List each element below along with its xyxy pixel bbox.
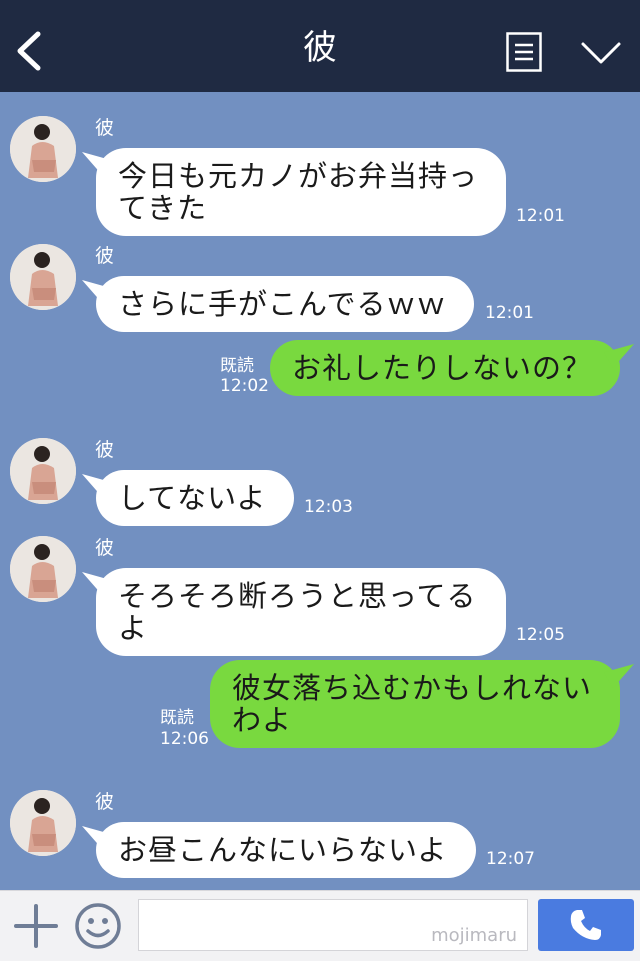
message-bubble[interactable]: さらに手がこんでるｗｗ xyxy=(96,276,474,332)
read-receipt: 既読 xyxy=(220,356,254,376)
person-icon xyxy=(10,116,76,182)
chat-title: 彼 xyxy=(303,28,337,68)
smiley-icon[interactable] xyxy=(74,902,122,950)
message-bubble[interactable]: してないよ xyxy=(96,470,294,526)
avatar[interactable] xyxy=(10,790,76,856)
message-time: 12:05 xyxy=(516,625,565,645)
chat-header: 彼 xyxy=(0,0,640,92)
message-time: 12:02 xyxy=(220,376,269,396)
avatar[interactable] xyxy=(10,244,76,310)
message-bubble[interactable]: 今日も元カノがお弁当持ってきた xyxy=(96,148,506,236)
sender-name: 彼 xyxy=(95,117,115,139)
person-icon xyxy=(10,790,76,856)
sender-name: 彼 xyxy=(95,791,115,813)
chat-area[interactable]: 彼 今日も元カノがお弁当持ってきた 12:01 彼 さらに手がこんでるｗｗ 12… xyxy=(0,92,640,890)
message-time: 12:01 xyxy=(516,206,565,226)
plus-icon[interactable] xyxy=(14,904,58,948)
message-time: 12:06 xyxy=(160,729,209,749)
person-icon xyxy=(10,438,76,504)
message-time: 12:01 xyxy=(485,303,534,323)
send-button[interactable] xyxy=(538,899,634,951)
message-bubble[interactable]: お昼こんなにいらないよ xyxy=(96,822,476,878)
list-icon[interactable] xyxy=(506,32,542,72)
read-receipt: 既読 xyxy=(160,708,194,728)
avatar[interactable] xyxy=(10,536,76,602)
message-time: 12:07 xyxy=(486,849,535,869)
message-bubble[interactable]: そろそろ断ろうと思ってるよ xyxy=(96,568,506,656)
avatar[interactable] xyxy=(10,116,76,182)
watermark-text: mojimaru xyxy=(431,925,517,946)
avatar[interactable] xyxy=(10,438,76,504)
message-time: 12:03 xyxy=(304,497,353,517)
person-icon xyxy=(10,536,76,602)
message-bubble[interactable]: お礼したりしないの？ xyxy=(270,340,620,396)
chevron-down-icon[interactable] xyxy=(580,40,622,66)
message-bubble[interactable]: 彼女落ち込むかもしれないわよ xyxy=(210,660,620,748)
phone-icon xyxy=(570,910,601,940)
sender-name: 彼 xyxy=(95,537,115,559)
person-icon xyxy=(10,244,76,310)
message-input[interactable]: mojimaru xyxy=(138,899,528,951)
message-input-bar: mojimaru xyxy=(0,890,640,961)
sender-name: 彼 xyxy=(95,439,115,461)
sender-name: 彼 xyxy=(95,245,115,267)
